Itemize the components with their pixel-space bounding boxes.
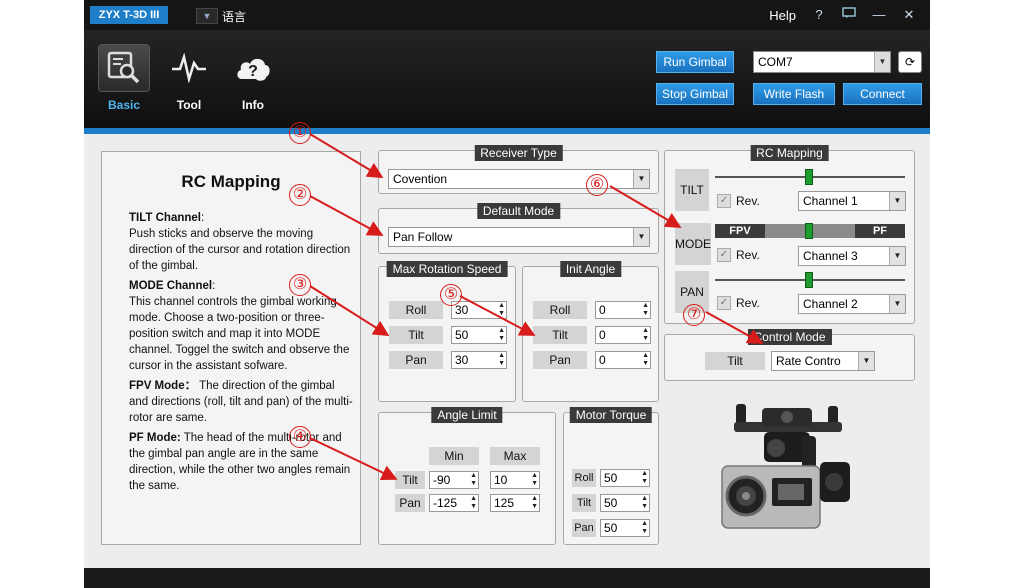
app-window: ZYX T-3D III ▼ 语言 Help ? — ✕ Basic Tool … <box>84 0 930 588</box>
help-icon[interactable]: ? <box>804 5 834 25</box>
main-toolbar: Basic Tool ? Info Run Gimbal Stop Gimbal… <box>84 30 930 128</box>
write-flash-button[interactable]: Write Flash <box>753 83 835 105</box>
basic-content: RC Mapping TILT Channel: Push sticks and … <box>84 122 930 568</box>
title-bar: ZYX T-3D III ▼ 语言 Help ? — ✕ <box>84 0 930 30</box>
close-icon[interactable]: ✕ <box>894 5 924 25</box>
pulse-icon <box>163 44 215 92</box>
language-label: 语言 <box>222 9 247 24</box>
tool-info-label: Info <box>242 98 264 112</box>
window-controls: Help ? — ✕ <box>769 5 924 25</box>
run-gimbal-button[interactable]: Run Gimbal <box>656 51 734 73</box>
status-bar <box>84 568 930 588</box>
tool-tool-label: Tool <box>176 98 202 112</box>
stop-gimbal-button[interactable]: Stop Gimbal <box>656 83 734 105</box>
tool-basic[interactable]: Basic <box>96 44 152 112</box>
search-monitor-icon <box>98 44 150 92</box>
chevron-down-icon: ▼ <box>196 8 218 24</box>
port-select[interactable]: COM7 ▼ <box>753 51 891 73</box>
tool-tool[interactable]: Tool <box>161 44 217 112</box>
refresh-port-button[interactable]: ⟳ <box>898 51 922 73</box>
tool-info[interactable]: ? Info <box>225 44 281 112</box>
tool-basic-label: Basic <box>107 98 141 112</box>
callout-arrows <box>309 134 764 481</box>
info-cloud-icon: ? <box>227 44 279 92</box>
refresh-icon: ⟳ <box>904 55 916 69</box>
app-name: ZYX T-3D III <box>90 6 168 24</box>
chat-icon[interactable] <box>834 5 864 25</box>
chevron-down-icon: ▼ <box>874 52 890 72</box>
minimize-icon[interactable]: — <box>864 5 894 25</box>
connect-button[interactable]: Connect <box>843 83 922 105</box>
help-label[interactable]: Help <box>769 8 796 23</box>
language-selector[interactable]: ▼ 语言 <box>196 7 246 25</box>
svg-text:?: ? <box>248 63 258 80</box>
port-value: COM7 <box>758 55 793 69</box>
